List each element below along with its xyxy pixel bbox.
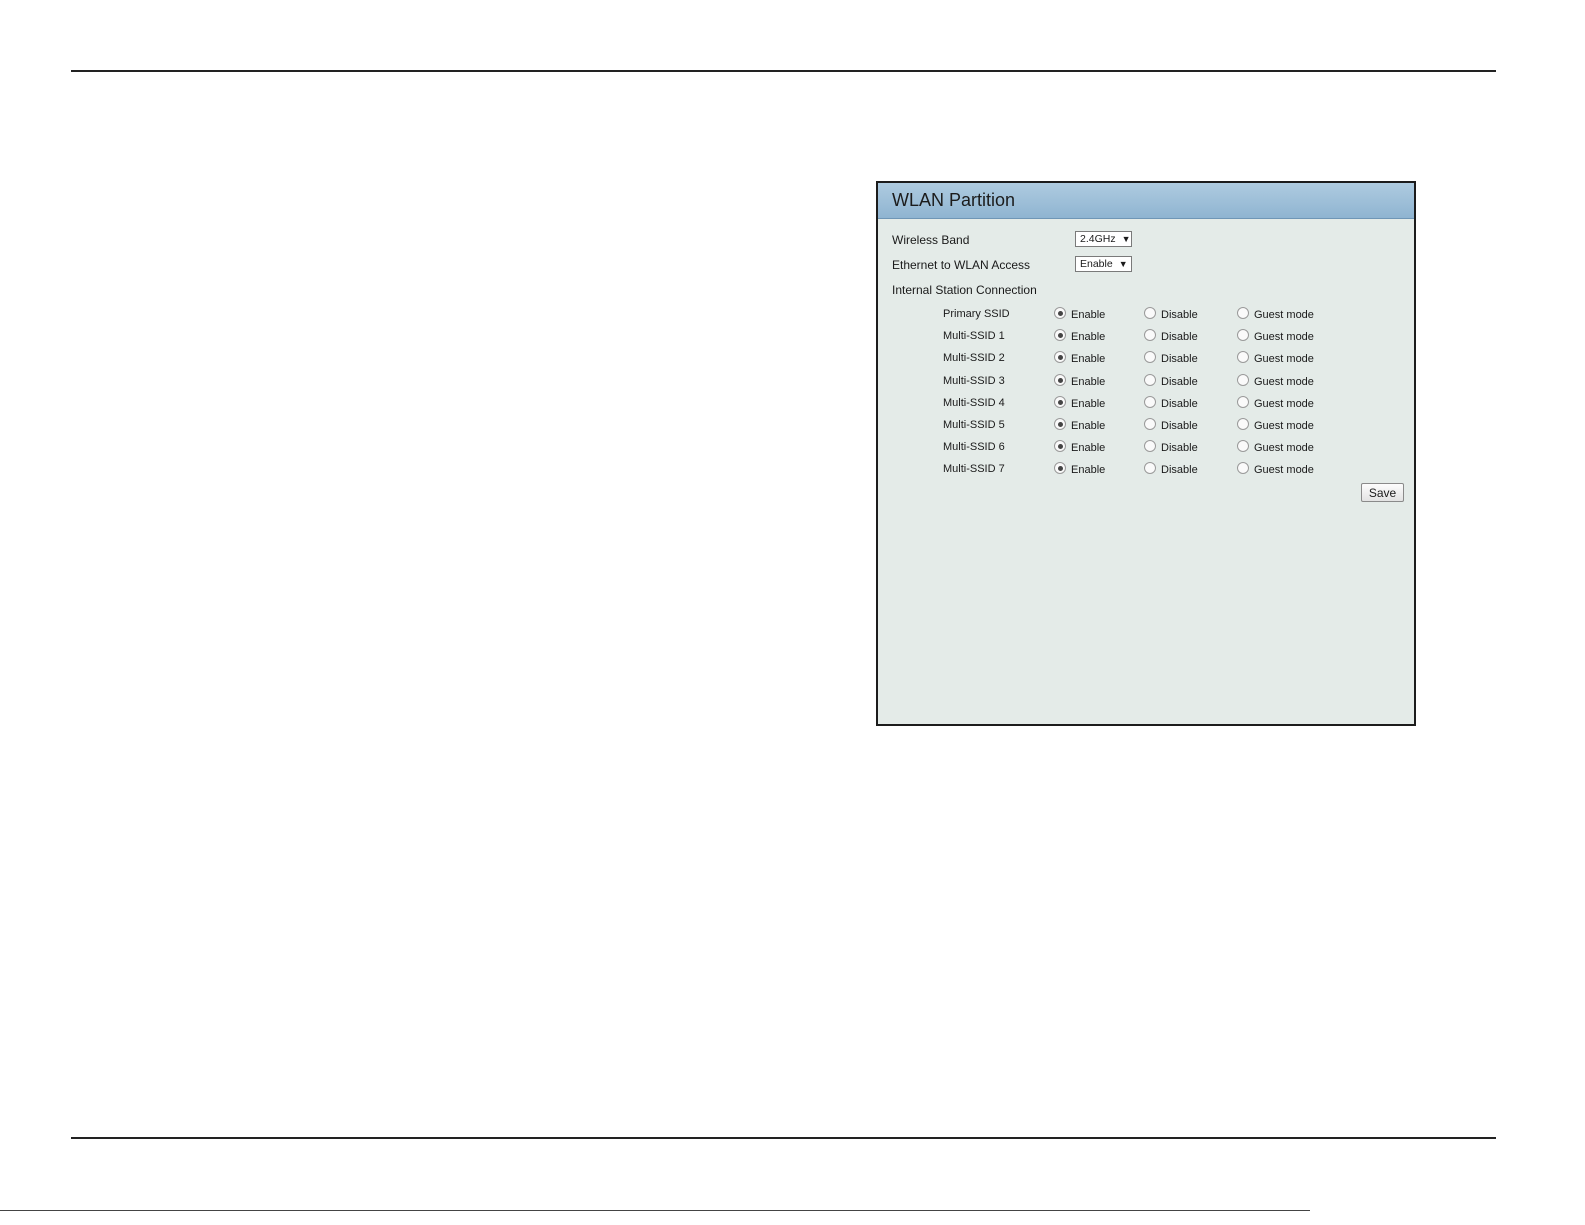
radio-guest[interactable] — [1237, 462, 1249, 474]
radio-guest[interactable] — [1237, 351, 1249, 363]
ssid-option-disable[interactable]: Disable — [1144, 351, 1198, 365]
option-label: Guest mode — [1254, 420, 1314, 432]
option-label: Guest mode — [1254, 309, 1314, 321]
radio-guest[interactable] — [1237, 307, 1249, 319]
option-label: Enable — [1071, 376, 1106, 388]
ssid-name: Multi-SSID 2 — [943, 352, 1005, 364]
internal-station-connection-label: Internal Station Connection — [892, 283, 1037, 297]
radio-guest[interactable] — [1237, 329, 1249, 341]
ssid-option-enable[interactable]: Enable — [1054, 440, 1106, 454]
dropdown-arrow-icon: ▼ — [1118, 259, 1128, 269]
ssid-option-disable[interactable]: Disable — [1144, 418, 1198, 432]
option-label: Enable — [1071, 353, 1106, 365]
top-divider — [71, 70, 1496, 72]
ssid-option-disable[interactable]: Disable — [1144, 440, 1198, 454]
ssid-option-disable[interactable]: Disable — [1144, 329, 1198, 343]
option-label: Guest mode — [1254, 442, 1314, 454]
ssid-option-enable[interactable]: Enable — [1054, 462, 1106, 476]
ssid-option-guest[interactable]: Guest mode — [1237, 440, 1314, 454]
save-button[interactable]: Save — [1361, 483, 1404, 502]
ssid-option-guest[interactable]: Guest mode — [1237, 351, 1314, 365]
option-label: Disable — [1161, 398, 1198, 410]
ssid-option-guest[interactable]: Guest mode — [1237, 329, 1314, 343]
radio-disable[interactable] — [1144, 396, 1156, 408]
bottom-divider — [71, 1137, 1496, 1139]
option-label: Disable — [1161, 353, 1198, 365]
radio-guest[interactable] — [1237, 440, 1249, 452]
ssid-option-enable[interactable]: Enable — [1054, 396, 1106, 410]
option-label: Guest mode — [1254, 398, 1314, 410]
option-label: Enable — [1071, 464, 1106, 476]
radio-enable[interactable] — [1054, 374, 1066, 386]
option-label: Disable — [1161, 420, 1198, 432]
radio-guest[interactable] — [1237, 374, 1249, 386]
footer-edge-line — [0, 1210, 1310, 1211]
option-label: Disable — [1161, 376, 1198, 388]
radio-enable[interactable] — [1054, 307, 1066, 319]
ssid-name: Multi-SSID 7 — [943, 463, 1005, 475]
ethernet-to-wlan-value: Enable — [1080, 258, 1113, 270]
radio-disable[interactable] — [1144, 462, 1156, 474]
ssid-name: Multi-SSID 6 — [943, 441, 1005, 453]
radio-disable[interactable] — [1144, 418, 1156, 430]
wireless-band-select[interactable]: 2.4GHz ▼ — [1075, 231, 1132, 247]
wlan-partition-panel: WLAN Partition Wireless Band 2.4GHz ▼ Et… — [876, 181, 1416, 726]
ssid-option-enable[interactable]: Enable — [1054, 351, 1106, 365]
ssid-option-enable[interactable]: Enable — [1054, 418, 1106, 432]
radio-enable[interactable] — [1054, 329, 1066, 341]
ethernet-to-wlan-label: Ethernet to WLAN Access — [892, 258, 1031, 272]
option-label: Disable — [1161, 331, 1198, 343]
radio-enable[interactable] — [1054, 418, 1066, 430]
ethernet-to-wlan-select[interactable]: Enable ▼ — [1075, 256, 1132, 272]
radio-enable[interactable] — [1054, 462, 1066, 474]
option-label: Guest mode — [1254, 353, 1314, 365]
radio-enable[interactable] — [1054, 396, 1066, 408]
ssid-option-guest[interactable]: Guest mode — [1237, 396, 1314, 410]
panel-title: WLAN Partition — [878, 183, 1414, 219]
ssid-option-guest[interactable]: Guest mode — [1237, 374, 1314, 388]
option-label: Enable — [1071, 442, 1106, 454]
radio-disable[interactable] — [1144, 351, 1156, 363]
option-label: Guest mode — [1254, 331, 1314, 343]
ssid-name: Multi-SSID 3 — [943, 375, 1005, 387]
ssid-option-guest[interactable]: Guest mode — [1237, 418, 1314, 432]
ssid-option-guest[interactable]: Guest mode — [1237, 307, 1314, 321]
option-label: Disable — [1161, 464, 1198, 476]
ssid-option-disable[interactable]: Disable — [1144, 462, 1198, 476]
radio-disable[interactable] — [1144, 440, 1156, 452]
ssid-name: Multi-SSID 4 — [943, 397, 1005, 409]
dropdown-arrow-icon: ▼ — [1121, 234, 1131, 244]
radio-disable[interactable] — [1144, 329, 1156, 341]
ssid-name: Primary SSID — [943, 308, 1010, 320]
wireless-band-label: Wireless Band — [892, 233, 970, 247]
radio-disable[interactable] — [1144, 307, 1156, 319]
wireless-band-value: 2.4GHz — [1080, 233, 1116, 245]
option-label: Disable — [1161, 442, 1198, 454]
option-label: Enable — [1071, 420, 1106, 432]
ssid-option-guest[interactable]: Guest mode — [1237, 462, 1314, 476]
radio-guest[interactable] — [1237, 396, 1249, 408]
radio-enable[interactable] — [1054, 351, 1066, 363]
option-label: Enable — [1071, 398, 1106, 410]
ssid-option-disable[interactable]: Disable — [1144, 307, 1198, 321]
ssid-option-enable[interactable]: Enable — [1054, 307, 1106, 321]
option-label: Enable — [1071, 309, 1106, 321]
option-label: Disable — [1161, 309, 1198, 321]
option-label: Enable — [1071, 331, 1106, 343]
radio-enable[interactable] — [1054, 440, 1066, 452]
option-label: Guest mode — [1254, 376, 1314, 388]
ssid-name: Multi-SSID 5 — [943, 419, 1005, 431]
ssid-option-enable[interactable]: Enable — [1054, 374, 1106, 388]
ssid-option-enable[interactable]: Enable — [1054, 329, 1106, 343]
radio-disable[interactable] — [1144, 374, 1156, 386]
radio-guest[interactable] — [1237, 418, 1249, 430]
option-label: Guest mode — [1254, 464, 1314, 476]
ssid-option-disable[interactable]: Disable — [1144, 396, 1198, 410]
ssid-name: Multi-SSID 1 — [943, 330, 1005, 342]
ssid-option-disable[interactable]: Disable — [1144, 374, 1198, 388]
